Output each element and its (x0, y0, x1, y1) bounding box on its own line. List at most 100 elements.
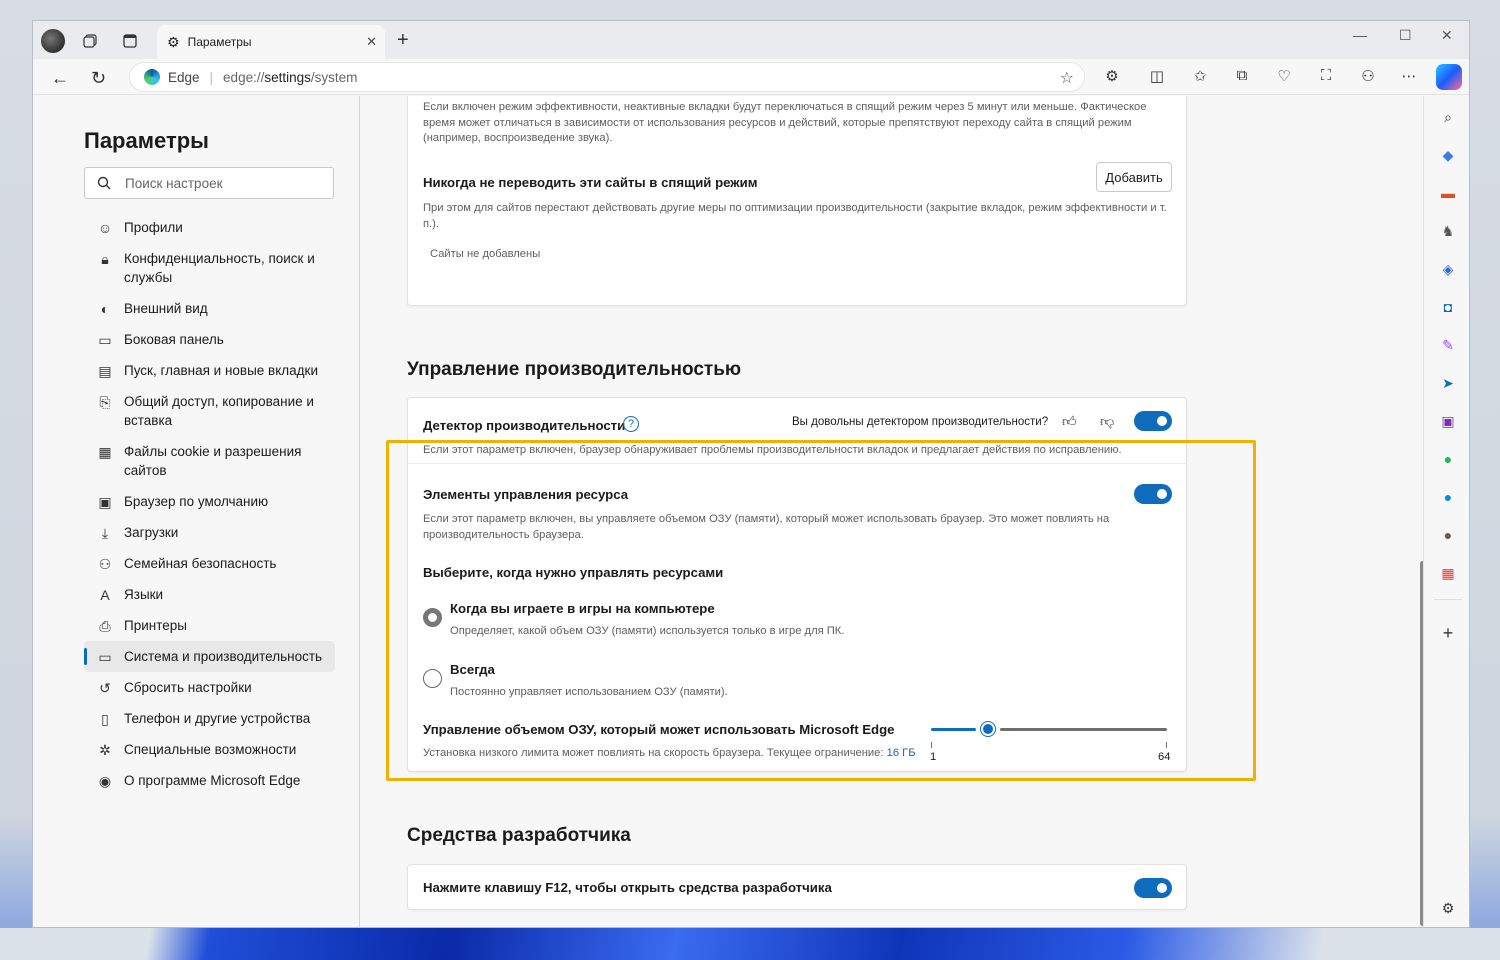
tools-icon[interactable]: ▬ (1438, 183, 1458, 203)
designer-icon[interactable]: ✎ (1438, 335, 1458, 355)
sidebar-item-privacy[interactable]: 🔒︎ Конфиденциальность, поиск и службы (84, 243, 335, 293)
favorites-icon[interactable]: ✩ (1190, 67, 1210, 85)
search-placeholder: Поиск настроек (125, 175, 223, 191)
slider-min-label: 1 (930, 751, 937, 763)
minimize-icon[interactable]: — (1353, 27, 1367, 43)
thumbs-up-icon[interactable]: 👍︎ (1062, 413, 1077, 430)
performance-heading: Управление производительностью (407, 359, 742, 380)
resource-controls-toggle[interactable] (1134, 484, 1172, 504)
sidebar-item-languages[interactable]: A Языки (84, 579, 335, 610)
f12-title: Нажмите клавишу F12, чтобы открыть средс… (423, 880, 832, 895)
sidebar-item-label: Конфиденциальность, поиск и службы (124, 251, 315, 285)
choose-when-title: Выберите, когда нужно управлять ресурсам… (423, 565, 724, 580)
home-icon: ▤ (98, 362, 112, 379)
skype-icon[interactable]: ● (1438, 487, 1458, 507)
sidebar-item-family[interactable]: ⚇ Семейная безопасность (84, 548, 335, 579)
translator-icon[interactable]: ▦ (1438, 563, 1458, 583)
microsoft365-icon[interactable]: ◈ (1438, 259, 1458, 279)
resource-controls-title: Элементы управления ресурса (423, 487, 629, 502)
workspaces-icon[interactable] (79, 30, 101, 52)
ram-limit-desc-text: Установка низкого лимита может повлиять … (423, 747, 884, 759)
devtools-heading: Средства разработчика (407, 825, 631, 846)
radio-gaming[interactable] (423, 608, 442, 627)
favorite-star-icon[interactable]: ☆ (1060, 68, 1074, 88)
collections-icon[interactable]: ⧉ (1232, 67, 1252, 84)
sidebar-item-label: Общий доступ, копирование и вставка (124, 394, 314, 428)
games-icon[interactable]: ♞ (1438, 221, 1458, 241)
share-icon: ⎘ (99, 393, 111, 410)
detector-title: Детектор производительности (423, 418, 626, 433)
ram-limit-desc: Установка низкого лимита может повлиять … (423, 746, 916, 762)
sidebar-item-label: Система и производительность (124, 649, 323, 664)
never-sleep-title: Никогда не переводить эти сайты в спящий… (423, 175, 758, 190)
sidebar-item-default-browser[interactable]: ▣ Браузер по умолчанию (84, 486, 335, 517)
refresh-icon[interactable]: ↻ (91, 68, 106, 89)
slider-max-label: 64 (1158, 751, 1171, 763)
appearance-icon: ◐ (100, 300, 110, 317)
sidebar-item-sidebar[interactable]: ▭ Боковая панель (84, 324, 335, 355)
phone-icon: ▯ (101, 710, 109, 727)
add-icon[interactable]: + (1438, 623, 1458, 643)
toolbar: ← ↻ Edge | edge://settings/system ☆ ⚙ ◫ … (33, 59, 1469, 95)
extensions-icon[interactable]: ⚙ (1102, 67, 1122, 85)
sidebar-item-label: Загрузки (124, 525, 179, 540)
copilot-icon[interactable] (1436, 64, 1462, 90)
sidebar-item-about[interactable]: ◉ О программе Microsoft Edge (84, 765, 335, 796)
close-tab-icon[interactable]: ✕ (366, 34, 377, 50)
address-bar[interactable]: Edge | edge://settings/system ☆ (129, 62, 1085, 92)
f12-toggle[interactable] (1134, 878, 1172, 898)
search-icon (97, 176, 111, 190)
screenshot-icon[interactable]: ⛶ (1316, 67, 1336, 84)
reset-icon: ↺ (99, 679, 111, 696)
sidebar-item-reset[interactable]: ↺ Сбросить настройки (84, 672, 335, 703)
thumbs-down-icon[interactable]: 👎︎ (1100, 413, 1114, 430)
sidebar-item-system[interactable]: ▭ Система и производительность (84, 641, 335, 672)
detector-desc: Если этот параметр включен, браузер обна… (423, 444, 1122, 456)
back-icon[interactable]: ← (51, 68, 69, 89)
add-site-button[interactable]: Добавить (1096, 162, 1172, 192)
slider-thumb[interactable] (981, 722, 995, 736)
spotify-icon[interactable]: ● (1438, 449, 1458, 469)
sidebar-item-profiles[interactable]: ☺ Профили (84, 212, 335, 243)
settings-sidebar: Параметры Поиск настроек ☺ Профили 🔒︎ Конф… (33, 96, 360, 927)
drop-icon[interactable]: ➤ (1438, 373, 1458, 393)
close-window-icon[interactable]: ✕ (1441, 27, 1453, 44)
sidebar-item-label: Файлы cookie и разрешения сайтов (124, 444, 302, 478)
feedback-question: Вы довольны детектором производительност… (792, 416, 1049, 428)
sidebar-item-start[interactable]: ▤ Пуск, главная и новые вкладки (84, 355, 335, 386)
more-menu-icon[interactable]: ⋯ (1399, 67, 1419, 85)
profile-avatar[interactable] (41, 29, 65, 53)
onenote-icon[interactable]: ▣ (1438, 411, 1458, 431)
tab-settings[interactable]: ⚙ Параметры ✕ (157, 25, 385, 59)
search-icon[interactable]: ⌕ (1438, 107, 1458, 127)
new-tab-icon[interactable]: + (397, 29, 409, 52)
ram-limit-value[interactable]: 16 ГБ (887, 747, 916, 759)
profile-c-icon[interactable]: ● (1438, 525, 1458, 545)
ram-slider[interactable] (931, 720, 1167, 740)
sidebar-item-accessibility[interactable]: ✲ Специальные возможности (84, 734, 335, 765)
sidebar-item-cookies[interactable]: ▦ Файлы cookie и разрешения сайтов (84, 436, 335, 486)
sidebar-item-label: Телефон и другие устройства (124, 711, 311, 726)
split-screen-icon[interactable]: ◫ (1147, 67, 1167, 85)
performance-icon[interactable]: ⚇ (1358, 67, 1378, 85)
search-input[interactable]: Поиск настроек (84, 167, 334, 199)
sidebar-item-appearance[interactable]: ◐ Внешний вид (84, 293, 335, 324)
detector-toggle[interactable] (1134, 411, 1172, 431)
option-always-desc: Постоянно управляет использованием ОЗУ (… (450, 686, 728, 698)
vertical-tabs-icon[interactable] (119, 30, 141, 52)
sidebar-item-label: Профили (124, 220, 183, 235)
sidebar-item-printers[interactable]: ⎙ Принтеры (84, 610, 335, 641)
shopping-tag-icon[interactable]: ◆ (1438, 145, 1458, 165)
sidebar-item-phone[interactable]: ▯ Телефон и другие устройства (84, 703, 335, 734)
radio-always[interactable] (423, 669, 442, 688)
option-always-title: Всегда (450, 662, 495, 677)
accessibility-icon: ✲ (99, 741, 111, 758)
outlook-icon[interactable]: ◘ (1438, 297, 1458, 317)
maximize-icon[interactable]: ☐ (1399, 27, 1412, 44)
sidebar-item-downloads[interactable]: ⤓ Загрузки (84, 517, 335, 548)
sidebar-settings-icon[interactable]: ⚙ (1438, 898, 1458, 918)
help-icon[interactable]: ? (623, 416, 639, 432)
sidebar-item-label: Сбросить настройки (124, 680, 252, 695)
sidebar-item-share[interactable]: ⎘ Общий доступ, копирование и вставка (84, 386, 335, 436)
browser-essentials-icon[interactable]: ♡ (1274, 67, 1294, 85)
